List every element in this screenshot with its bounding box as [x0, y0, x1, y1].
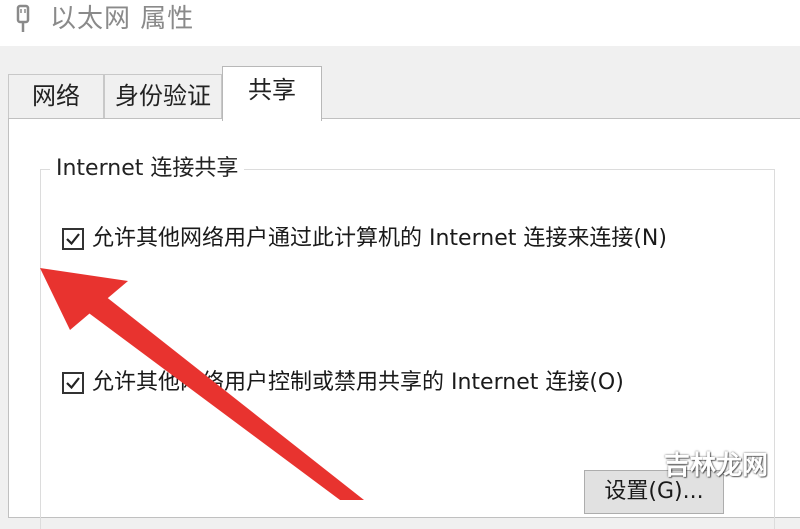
- tab-sharing[interactable]: 共享: [222, 66, 322, 121]
- network-adapter-icon: [10, 4, 38, 34]
- checkmark-icon: [66, 377, 80, 390]
- allow-control-checkbox[interactable]: [62, 372, 84, 394]
- allow-connect-label: 允许其他网络用户通过此计算机的 Internet 连接来连接(N): [92, 226, 667, 251]
- checkmark-icon: [66, 233, 80, 246]
- allow-control-label: 允许其他网络用户控制或禁用共享的 Internet 连接(O): [92, 370, 624, 395]
- group-title: Internet 连接共享: [50, 154, 245, 184]
- allow-connect-option[interactable]: 允许其他网络用户通过此计算机的 Internet 连接来连接(N): [62, 223, 667, 255]
- allow-connect-checkbox[interactable]: [62, 228, 84, 250]
- allow-control-option[interactable]: 允许其他网络用户控制或禁用共享的 Internet 连接(O): [62, 367, 624, 399]
- tab-authentication[interactable]: 身份验证: [104, 74, 222, 118]
- window-title: 以太网 属性: [50, 4, 195, 34]
- tab-network[interactable]: 网络: [8, 74, 104, 118]
- window-title-bar: 以太网 属性: [0, 0, 800, 46]
- watermark: 吉林龙网: [664, 451, 769, 481]
